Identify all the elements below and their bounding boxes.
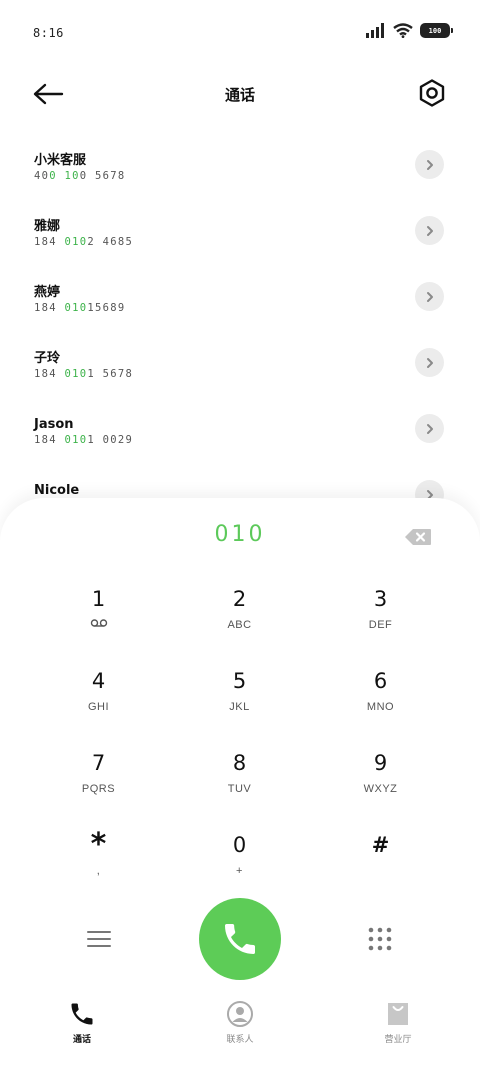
- contact-number: 184 01015689: [34, 302, 126, 314]
- contact-detail-button[interactable]: [415, 282, 444, 311]
- key-4[interactable]: 4 GHI: [28, 666, 169, 748]
- contact-row[interactable]: 燕婷 184 01015689: [0, 272, 480, 338]
- contact-number: 184 0101 5678: [34, 368, 134, 380]
- chevron-right-icon: [426, 357, 433, 368]
- call-button[interactable]: [199, 898, 281, 980]
- key-letters: DEF: [368, 619, 393, 631]
- contact-detail-button[interactable]: [415, 414, 444, 443]
- key-9[interactable]: 9 WXYZ: [310, 748, 451, 830]
- status-icons: 100: [366, 23, 453, 38]
- contact-detail-button[interactable]: [415, 216, 444, 245]
- key-digit: 3: [373, 587, 388, 611]
- voicemail-icon: [90, 619, 107, 627]
- page-title: 通话: [224, 86, 255, 104]
- bottom-nav: 通话 联系人 营业厅: [0, 1000, 480, 1067]
- chevron-right-icon: [426, 423, 433, 434]
- nav-contacts[interactable]: 联系人: [200, 1000, 280, 1045]
- contact-list: 小米客服 400 100 5678 雅娜 184 0102 4685 燕婷 18…: [0, 140, 480, 536]
- key-letters: +: [236, 865, 243, 877]
- signal-icon: [366, 23, 384, 38]
- key-letters: ABC: [227, 619, 252, 631]
- menu-icon: [87, 931, 111, 947]
- contact-row[interactable]: Jason 184 0101 0029: [0, 404, 480, 470]
- backspace-button[interactable]: [404, 528, 432, 546]
- nav-label: 营业厅: [384, 1035, 412, 1045]
- battery-level: 100: [428, 26, 442, 35]
- nav-label: 通话: [72, 1035, 91, 1045]
- key-digit: 7: [91, 751, 106, 775]
- key-digit: *: [90, 827, 107, 862]
- key-letters: JKL: [229, 701, 250, 713]
- contact-name: 雅娜: [34, 219, 61, 234]
- nav-label: 联系人: [226, 1035, 254, 1045]
- key-digit: 4: [91, 669, 106, 693]
- contact-name: 燕婷: [34, 285, 61, 300]
- keypad-icon: [368, 927, 392, 951]
- wifi-icon: [393, 23, 413, 38]
- header: 通话: [0, 66, 480, 122]
- key-letters: PQRS: [81, 783, 116, 795]
- key-digit: 6: [373, 669, 388, 693]
- dialpad-panel: 010 1 2 ABC 3 DEF 4 GHI 5 JKL 6 MNO 7 PQ…: [0, 498, 480, 1067]
- key-1[interactable]: 1: [28, 584, 169, 666]
- keypad-toggle-button[interactable]: [367, 926, 393, 952]
- chevron-right-icon: [426, 225, 433, 236]
- battery-icon: 100: [420, 23, 453, 38]
- hexagon-settings-icon: [419, 79, 445, 107]
- contact-name: 小米客服: [34, 153, 87, 168]
- keypad: 1 2 ABC 3 DEF 4 GHI 5 JKL 6 MNO 7 PQRS 8…: [28, 584, 452, 912]
- key-5[interactable]: 5 JKL: [169, 666, 310, 748]
- chevron-right-icon: [426, 291, 433, 302]
- key-letters: ,: [96, 865, 101, 877]
- contact-row[interactable]: 小米客服 400 100 5678: [0, 140, 480, 206]
- contact-detail-button[interactable]: [415, 150, 444, 179]
- contact-number: 400 100 5678: [34, 170, 126, 182]
- key-6[interactable]: 6 MNO: [310, 666, 451, 748]
- key-letters: TUV: [227, 783, 252, 795]
- contact-detail-button[interactable]: [415, 348, 444, 377]
- key-digit: 9: [373, 751, 388, 775]
- phone-icon: [225, 924, 255, 954]
- key-subtitle: [90, 617, 108, 633]
- status-time: 8:16: [33, 26, 64, 40]
- key-letters: MNO: [366, 701, 395, 713]
- menu-button[interactable]: [87, 928, 111, 950]
- person-icon: [227, 1001, 253, 1027]
- key-letters: GHI: [87, 701, 110, 713]
- shopping-bag-icon: [388, 1003, 408, 1025]
- key-8[interactable]: 8 TUV: [169, 748, 310, 830]
- contact-name: 子玲: [34, 351, 61, 366]
- nav-calls[interactable]: 通话: [42, 1000, 122, 1045]
- chevron-right-icon: [426, 159, 433, 170]
- contact-number: 184 0101 0029: [34, 434, 134, 446]
- key-digit: 2: [232, 587, 247, 611]
- key-letters: WXYZ: [363, 783, 398, 795]
- key-digit: 0: [232, 833, 247, 857]
- dialer-actions: [0, 898, 480, 980]
- nav-store[interactable]: 营业厅: [358, 1000, 438, 1045]
- status-bar: 8:16 100: [0, 0, 480, 66]
- key-digit: 8: [232, 751, 247, 775]
- contact-row[interactable]: 子玲 184 0101 5678: [0, 338, 480, 404]
- contact-name: Nicole: [34, 483, 80, 498]
- backspace-icon: [405, 529, 431, 545]
- key-digit: 1: [91, 587, 106, 611]
- phone-icon: [71, 1003, 93, 1025]
- contact-name: Jason: [34, 417, 74, 432]
- key-digit: 5: [232, 669, 247, 693]
- contact-number: 184 0102 4685: [34, 236, 134, 248]
- key-3[interactable]: 3 DEF: [310, 584, 451, 666]
- key-7[interactable]: 7 PQRS: [28, 748, 169, 830]
- key-digit: #: [371, 833, 390, 857]
- contact-row[interactable]: 雅娜 184 0102 4685: [0, 206, 480, 272]
- settings-button[interactable]: [417, 78, 447, 108]
- key-2[interactable]: 2 ABC: [169, 584, 310, 666]
